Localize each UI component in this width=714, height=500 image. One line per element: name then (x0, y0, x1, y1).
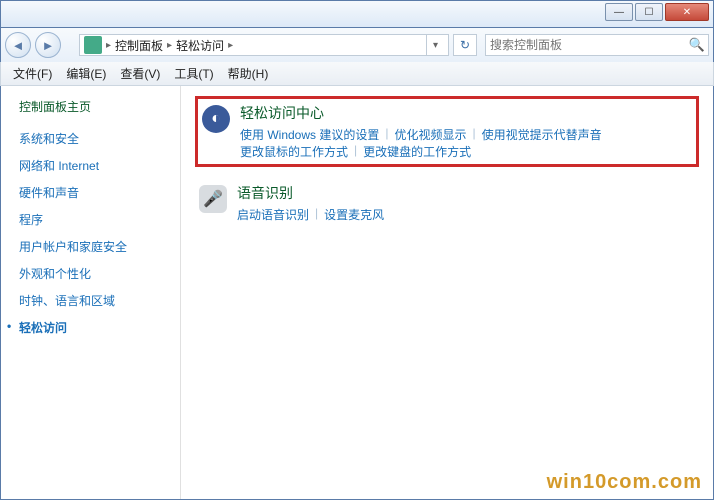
breadcrumb-dropdown[interactable]: ▾ (426, 34, 444, 56)
watermark: win10com.com (547, 471, 702, 494)
ease-link-keyboard[interactable]: 更改键盘的工作方式 (363, 143, 471, 160)
ease-title[interactable]: 轻松访问中心 (240, 103, 692, 123)
sidebar-item-clock[interactable]: 时钟、语言和区域 (19, 287, 180, 314)
speech-link-mic[interactable]: 设置麦克风 (324, 206, 384, 223)
search-icon[interactable]: 🔍 (686, 37, 708, 53)
ease-link-suggested[interactable]: 使用 Windows 建议的设置 (240, 126, 379, 143)
menu-view[interactable]: 查看(V) (114, 63, 166, 84)
speech-link-start[interactable]: 启动语音识别 (237, 206, 309, 223)
sidebar-item-ease[interactable]: 轻松访问 (19, 314, 180, 341)
microphone-icon: 🎤 (199, 185, 227, 213)
breadcrumb[interactable]: ▸ 控制面板 ▸ 轻松访问 ▸ ▾ (79, 34, 449, 56)
chevron-right-icon: ▸ (102, 40, 115, 51)
ease-icon: ◐ (202, 105, 230, 133)
titlebar: — ☐ ✕ (0, 0, 714, 28)
sidebar-item-accounts[interactable]: 用户帐户和家庭安全 (19, 233, 180, 260)
divider: | (348, 143, 363, 160)
sidebar-item-appearance[interactable]: 外观和个性化 (19, 260, 180, 287)
breadcrumb-seg1[interactable]: 控制面板 (115, 37, 163, 54)
chevron-right-icon: ▸ (224, 40, 237, 51)
sidebar-item-programs[interactable]: 程序 (19, 206, 180, 233)
sidebar-item-system[interactable]: 系统和安全 (19, 125, 180, 152)
speech-title[interactable]: 语音识别 (237, 183, 695, 203)
menu-edit[interactable]: 编辑(E) (60, 63, 112, 84)
main-panel: ◐ 轻松访问中心 使用 Windows 建议的设置 | 优化视频显示 | 使用视… (181, 86, 713, 499)
ease-link-video[interactable]: 优化视频显示 (394, 126, 466, 143)
minimize-button[interactable]: — (605, 3, 633, 21)
maximize-button[interactable]: ☐ (635, 3, 663, 21)
divider: | (309, 206, 324, 223)
sidebar-title[interactable]: 控制面板主页 (19, 98, 180, 115)
content: 控制面板主页 系统和安全 网络和 Internet 硬件和声音 程序 用户帐户和… (0, 86, 714, 500)
speech-block: 🎤 语音识别 启动语音识别 | 设置麦克风 (195, 179, 699, 227)
breadcrumb-seg2[interactable]: 轻松访问 (176, 37, 224, 54)
ease-of-access-block: ◐ 轻松访问中心 使用 Windows 建议的设置 | 优化视频显示 | 使用视… (195, 96, 699, 167)
sidebar: 控制面板主页 系统和安全 网络和 Internet 硬件和声音 程序 用户帐户和… (1, 86, 181, 499)
sidebar-links: 系统和安全 网络和 Internet 硬件和声音 程序 用户帐户和家庭安全 外观… (19, 125, 180, 341)
navbar: ◄ ► ▸ 控制面板 ▸ 轻松访问 ▸ ▾ ↻ 🔍 (0, 28, 714, 62)
menubar: 文件(F) 编辑(E) 查看(V) 工具(T) 帮助(H) (0, 62, 714, 86)
ease-link-mouse[interactable]: 更改鼠标的工作方式 (240, 143, 348, 160)
refresh-button[interactable]: ↻ (453, 34, 477, 56)
search-input[interactable] (486, 38, 686, 52)
search-box[interactable]: 🔍 (485, 34, 709, 56)
sidebar-item-hardware[interactable]: 硬件和声音 (19, 179, 180, 206)
menu-file[interactable]: 文件(F) (7, 63, 58, 84)
chevron-right-icon: ▸ (163, 40, 176, 51)
control-panel-icon (84, 36, 102, 54)
divider: | (467, 126, 482, 143)
forward-button[interactable]: ► (35, 32, 61, 58)
ease-link-visual-cues[interactable]: 使用视觉提示代替声音 (482, 126, 602, 143)
menu-tools[interactable]: 工具(T) (168, 63, 219, 84)
menu-help[interactable]: 帮助(H) (222, 63, 275, 84)
close-button[interactable]: ✕ (665, 3, 709, 21)
back-button[interactable]: ◄ (5, 32, 31, 58)
sidebar-item-network[interactable]: 网络和 Internet (19, 152, 180, 179)
divider: | (379, 126, 394, 143)
